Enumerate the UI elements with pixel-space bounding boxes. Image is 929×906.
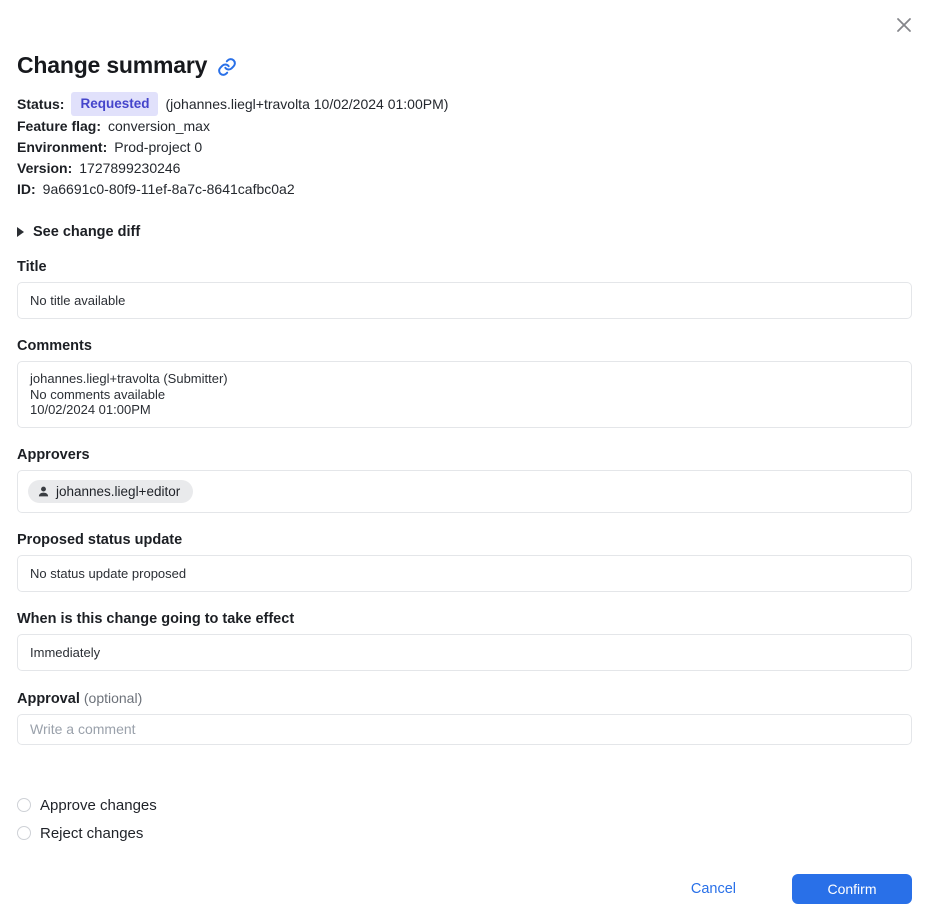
status-detail: (johannes.liegl+travolta 10/02/2024 01:0… (165, 95, 449, 112)
chain-link-icon (217, 57, 237, 77)
status-badge: Requested (71, 92, 159, 116)
reject-changes-radio[interactable] (17, 826, 31, 840)
copy-link-button[interactable] (217, 57, 237, 77)
approve-changes-option[interactable]: Approve changes (17, 797, 912, 814)
feature-flag-row: Feature flag: conversion_max (17, 116, 912, 137)
approval-optional-text: (optional) (83, 689, 143, 706)
approver-name: johannes.liegl+editor (56, 483, 181, 499)
effect-section: When is this change going to take effect… (17, 611, 912, 671)
approval-comment-input[interactable] (17, 713, 912, 745)
environment-row: Environment: Prod-project 0 (17, 137, 912, 158)
status-row: Status: Requested (johannes.liegl+travol… (17, 92, 912, 116)
see-change-diff-label: See change diff (33, 224, 141, 240)
person-icon (37, 485, 50, 498)
effect-box: Immediately (17, 633, 912, 671)
approval-section: Approval (optional) (17, 690, 912, 745)
comment-timestamp: 10/02/2024 01:00PM (30, 402, 151, 417)
approver-chip: johannes.liegl+editor (28, 479, 194, 503)
comments-section-label: Comments (17, 338, 92, 354)
feature-flag-label: Feature flag: (17, 118, 102, 134)
close-button[interactable] (893, 14, 915, 36)
id-label: ID: (17, 181, 36, 197)
cancel-button[interactable]: Cancel (681, 875, 746, 903)
page-title: Change summary (17, 52, 208, 78)
see-change-diff-toggle[interactable]: See change diff (17, 224, 140, 240)
title-section-label: Title (17, 259, 47, 275)
reject-changes-label: Reject changes (40, 824, 144, 842)
close-icon (894, 15, 914, 35)
approvers-section-label: Approvers (17, 446, 90, 463)
status-label: Status: (17, 95, 65, 112)
comment-body: No comments available (30, 386, 166, 402)
effect-label: When is this change going to take effect (17, 610, 295, 627)
approve-changes-label: Approve changes (40, 796, 157, 814)
version-label: Version: (17, 160, 73, 176)
decision-radio-group: Approve changes Reject changes (17, 797, 912, 842)
title-value-box: No title available (17, 282, 912, 319)
comments-section: Comments johannes.liegl+travolta (Submit… (17, 338, 912, 428)
feature-flag-value: conversion_max (108, 118, 210, 134)
title-section: Title No title available (17, 259, 912, 319)
status-update-label: Proposed status update (17, 531, 183, 548)
metadata-list: Status: Requested (johannes.liegl+travol… (17, 92, 912, 200)
id-row: ID: 9a6691c0-80f9-11ef-8a7c-8641cafbc0a2 (17, 179, 912, 200)
comment-submitter: johannes.liegl+travolta (Submitter) (30, 371, 228, 386)
approvers-box: johannes.liegl+editor (17, 469, 912, 513)
approval-label: Approval (optional) (17, 690, 912, 707)
environment-value: Prod-project 0 (114, 139, 203, 155)
approvers-section: Approvers johannes.liegl+editor (17, 447, 912, 513)
status-update-section: Proposed status update No status update … (17, 532, 912, 592)
id-value: 9a6691c0-80f9-11ef-8a7c-8641cafbc0a2 (42, 181, 295, 197)
approval-label-text: Approval (17, 690, 80, 707)
comments-box: johannes.liegl+travolta (Submitter) No c… (17, 361, 912, 428)
status-update-box: No status update proposed (17, 554, 912, 592)
approve-changes-radio[interactable] (17, 798, 31, 812)
confirm-button[interactable]: Confirm (792, 873, 912, 904)
dialog-footer: Cancel Confirm (17, 873, 912, 904)
version-row: Version: 1727899230246 (17, 158, 912, 179)
version-value: 1727899230246 (79, 160, 181, 176)
reject-changes-option[interactable]: Reject changes (17, 825, 912, 842)
environment-label: Environment: (17, 139, 108, 155)
change-summary-dialog: Change summary Status: Requested (johann… (0, 0, 929, 906)
triangle-right-icon (17, 227, 24, 237)
